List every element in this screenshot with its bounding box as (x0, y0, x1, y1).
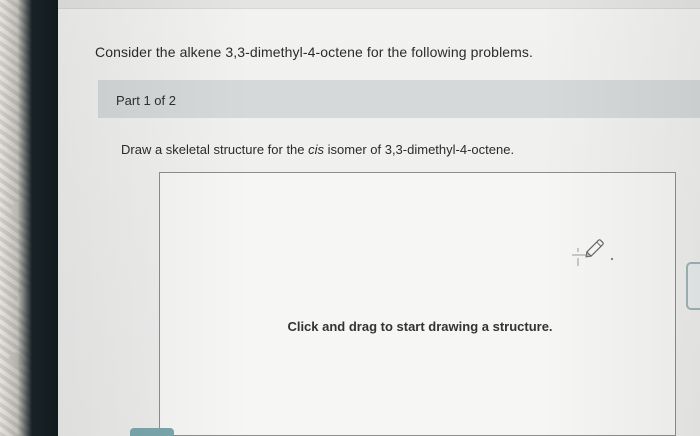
task-instruction: Draw a skeletal structure for the cis is… (121, 142, 514, 157)
part-label: Part 1 of 2 (116, 93, 176, 108)
monitor-bezel (0, 0, 58, 436)
part-header: Part 1 of 2 (98, 80, 700, 118)
pencil-crosshair-icon[interactable] (564, 235, 620, 271)
screen: Consider the alkene 3,3-dimethyl-4-octen… (58, 0, 700, 436)
task-emphasis: cis (308, 142, 325, 157)
top-strip (58, 0, 700, 9)
drawing-canvas[interactable]: Click and drag to start drawing a struct… (159, 172, 676, 436)
task-prefix: Draw a skeletal structure for the (121, 142, 309, 157)
task-suffix: isomer of 3,3-dimethyl-4-octene. (324, 142, 515, 157)
bottom-action-button[interactable] (130, 428, 174, 436)
question-intro: Consider the alkene 3,3-dimethyl-4-octen… (95, 44, 534, 60)
canvas-hint: Click and drag to start drawing a struct… (287, 319, 553, 334)
side-panel-tab[interactable] (686, 262, 700, 310)
